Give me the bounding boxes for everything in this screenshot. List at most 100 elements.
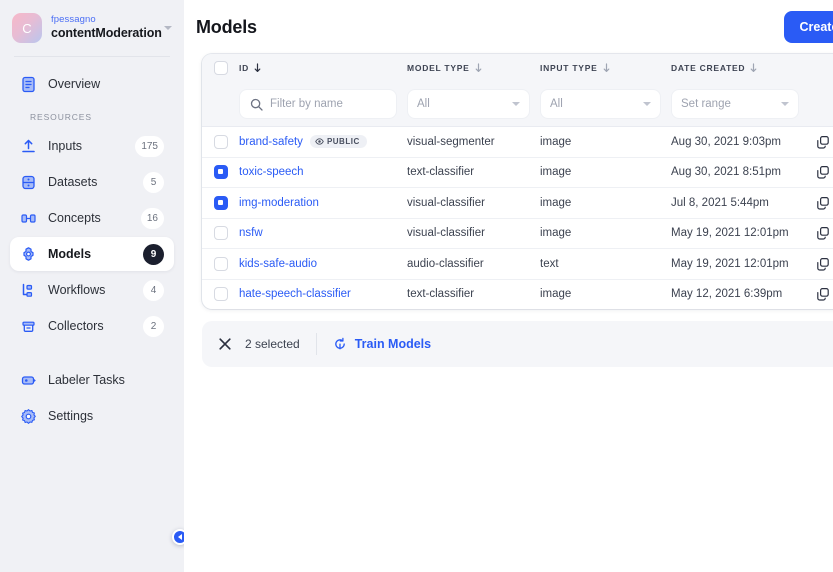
duplicate-icon[interactable] — [816, 226, 830, 240]
selection-count: 2 selected — [245, 337, 300, 351]
duplicate-icon[interactable] — [816, 196, 830, 210]
sidebar-item-concepts[interactable]: Concepts 16 — [10, 201, 174, 235]
sort-icon — [750, 63, 757, 72]
table-row[interactable]: hate-speech-classifier text-classifier i… — [202, 278, 833, 310]
cell-id: kids-safe-audio — [239, 258, 407, 270]
model-type-select[interactable]: All — [407, 89, 530, 119]
sidebar-item-label: Workflows — [48, 283, 106, 297]
cell-input-type: image — [540, 166, 572, 179]
sidebar-item-labeler-tasks[interactable]: Labeler Tasks — [10, 363, 174, 397]
date-range-value: Set range — [681, 98, 731, 110]
input-type-value: All — [550, 98, 563, 110]
cell-date-created: Jul 8, 2021 5:44pm — [671, 196, 769, 209]
close-icon[interactable] — [218, 337, 232, 351]
duplicate-icon[interactable] — [816, 135, 830, 149]
cell-actions — [809, 135, 833, 149]
sidebar-item-label: Settings — [48, 409, 94, 423]
cell-actions — [809, 287, 833, 301]
row-checkbox-cell — [202, 195, 239, 210]
sidebar-item-workflows[interactable]: Workflows 4 — [10, 273, 174, 307]
column-header-id[interactable]: ID — [239, 63, 407, 73]
row-checkbox[interactable] — [213, 287, 228, 302]
cell-model-type: audio-classifier — [407, 257, 484, 270]
duplicate-icon[interactable] — [816, 287, 830, 301]
filter-id-cell: Filter by name — [239, 89, 407, 119]
model-id-link[interactable]: brand-safety — [239, 136, 303, 148]
avatar: C — [12, 13, 42, 43]
app-root: C fpessagno contentModeration Overview R… — [0, 0, 833, 572]
header-checkbox-cell — [202, 61, 239, 75]
overview-icon — [20, 76, 37, 93]
table-filter-row: Filter by name All All Set range — [202, 82, 833, 126]
sidebar-section-resources: RESOURCES — [30, 112, 92, 122]
duplicate-icon[interactable] — [816, 165, 830, 179]
table-row[interactable]: kids-safe-audio audio-classifier text Ma… — [202, 248, 833, 279]
sort-icon — [603, 63, 609, 72]
concepts-icon — [20, 210, 37, 227]
model-id-link[interactable]: toxic-speech — [239, 166, 304, 178]
chevron-left-icon — [178, 534, 182, 540]
column-header-date-created[interactable]: DATE CREATED — [671, 63, 809, 73]
row-checkbox-cell — [202, 165, 239, 180]
column-header-input-type[interactable]: INPUT TYPE — [540, 63, 671, 73]
column-label: INPUT TYPE — [540, 63, 598, 73]
sidebar-item-label: Concepts — [48, 211, 101, 225]
filter-model-type-cell: All — [407, 89, 540, 119]
row-checkbox-cell — [202, 226, 239, 241]
row-checkbox[interactable] — [213, 226, 228, 241]
sidebar-item-models[interactable]: Models 9 — [10, 237, 174, 271]
model-id-link[interactable]: kids-safe-audio — [239, 258, 317, 270]
row-checkbox-cell — [202, 256, 239, 271]
model-id-link[interactable]: img-moderation — [239, 197, 319, 209]
filter-input-type-cell: All — [540, 89, 671, 119]
search-input[interactable]: Filter by name — [239, 89, 397, 119]
table-head: ID MODEL TYPE INPUT TYPE DATE CREATED Fi… — [202, 54, 833, 126]
column-header-model-type[interactable]: MODEL TYPE — [407, 63, 540, 73]
table-row[interactable]: brand-safety PUBLIC visual-segmenter ima… — [202, 126, 833, 157]
create-model-button[interactable]: Create Model — [783, 11, 833, 43]
row-checkbox[interactable] — [213, 134, 228, 149]
input-type-select[interactable]: All — [540, 89, 661, 119]
duplicate-icon[interactable] — [816, 257, 830, 271]
cell-model-type: visual-classifier — [407, 227, 485, 240]
cell-input-type: image — [540, 196, 572, 209]
column-label: MODEL TYPE — [407, 63, 470, 73]
row-checkbox[interactable] — [213, 195, 228, 210]
sidebar-item-datasets[interactable]: Datasets 5 — [10, 165, 174, 199]
model-id-link[interactable]: hate-speech-classifier — [239, 288, 351, 300]
cell-input-type: image — [540, 227, 572, 240]
train-models-button[interactable]: Train Models — [333, 337, 431, 351]
cell-actions — [809, 196, 833, 210]
sidebar-item-collectors[interactable]: Collectors 2 — [10, 309, 174, 343]
org-username: fpessagno — [51, 14, 96, 26]
workflow-icon — [20, 282, 37, 299]
row-checkbox-cell — [202, 134, 239, 149]
row-checkbox-cell — [202, 287, 239, 302]
sidebar-badge: 16 — [140, 207, 164, 229]
sidebar-item-inputs[interactable]: Inputs 175 — [10, 129, 174, 163]
chevron-down-icon[interactable] — [164, 26, 172, 30]
date-range-select[interactable]: Set range — [671, 89, 799, 119]
select-all-checkbox[interactable] — [213, 61, 228, 75]
eye-icon — [315, 138, 324, 145]
chevron-down-icon — [512, 102, 520, 106]
model-icon — [20, 246, 37, 263]
model-id-link[interactable]: nsfw — [239, 227, 263, 239]
cell-actions — [809, 226, 833, 240]
row-checkbox[interactable] — [213, 256, 228, 271]
train-icon — [334, 337, 345, 350]
sidebar-item-settings[interactable]: Settings — [10, 399, 174, 433]
table-row[interactable]: nsfw visual-classifier image May 19, 202… — [202, 217, 833, 249]
table-row[interactable]: img-moderation visual-classifier image J… — [202, 187, 833, 218]
sidebar-item-overview[interactable]: Overview — [10, 67, 174, 101]
org-switcher[interactable]: C fpessagno contentModeration — [0, 0, 184, 56]
sidebar-nav: Overview RESOURCES Inputs 175 Datasets 5 — [0, 57, 184, 435]
table-row[interactable]: toxic-speech text-classifier image Aug 3… — [202, 156, 833, 188]
upload-icon — [20, 138, 37, 155]
sidebar-item-label: Inputs — [48, 139, 83, 153]
selection-divider — [315, 333, 317, 355]
org-app-name: contentModeration — [51, 26, 162, 41]
public-badge: PUBLIC — [309, 135, 367, 149]
row-checkbox[interactable] — [213, 165, 228, 180]
top-bar: Models Create Model — [184, 0, 833, 54]
